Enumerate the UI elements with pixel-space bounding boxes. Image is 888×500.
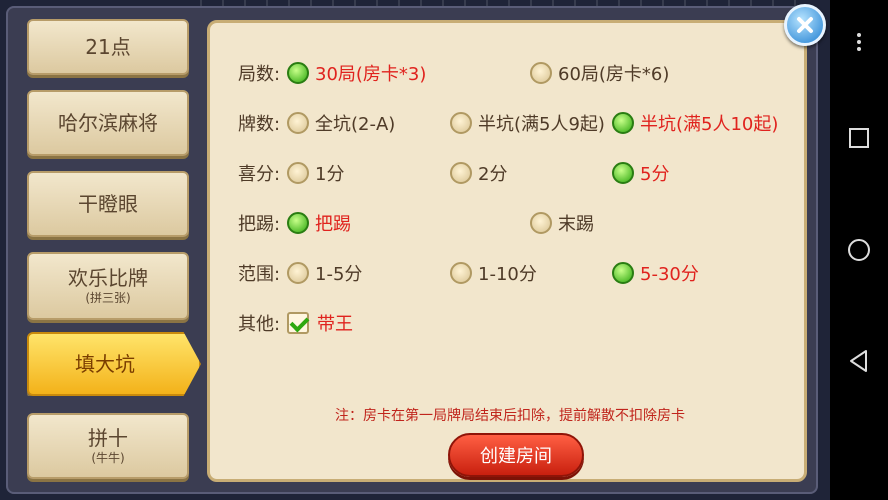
- tab-tian-da-keng[interactable]: 填大坑: [27, 332, 201, 396]
- radio-selected-icon: [612, 112, 634, 134]
- radio-icon: [287, 112, 309, 134]
- bonus-option-1[interactable]: 1分: [287, 160, 344, 186]
- range-option-1-10[interactable]: 1-10分: [450, 260, 537, 286]
- kick-option-ba[interactable]: 把踢: [287, 210, 351, 236]
- tab-pin-shi[interactable]: 拼十 (牛牛): [27, 413, 189, 479]
- option-text: 半坑(满5人10起): [640, 114, 779, 135]
- tab-sublabel: (拼三张): [85, 291, 131, 305]
- tab-gandengyan[interactable]: 干瞪眼: [27, 171, 189, 237]
- tab-huanle-bipai[interactable]: 欢乐比牌 (拼三张): [27, 252, 189, 320]
- tab-harbin-mahjong[interactable]: 哈尔滨麻将: [27, 90, 189, 156]
- tab-label: 哈尔滨麻将: [58, 111, 158, 135]
- room-card-note: 注：房卡在第一局牌局结束后扣除，提前解散不扣除房卡: [335, 408, 685, 424]
- radio-selected-icon: [612, 262, 634, 284]
- option-text: 1-5分: [315, 264, 363, 285]
- more-vert-icon[interactable]: [830, 32, 888, 52]
- cards-label: 牌数:: [238, 114, 281, 135]
- settings-panel: 局数: 30局(房卡*3) 60局(房卡*6) 牌数: 全坑(2-A) 半坑(满…: [207, 20, 807, 482]
- close-button[interactable]: [784, 4, 826, 46]
- option-text: 末踢: [558, 214, 594, 235]
- option-text: 把踢: [315, 214, 351, 235]
- tab-label: 填大坑: [75, 352, 135, 376]
- option-text: 全坑(2-A): [315, 114, 396, 135]
- rounds-option-30[interactable]: 30局(房卡*3): [287, 60, 426, 86]
- square-icon[interactable]: [830, 127, 888, 149]
- range-option-5-30[interactable]: 5-30分: [612, 260, 699, 286]
- tab-label: 干瞪眼: [78, 192, 138, 216]
- tab-sublabel: (牛牛): [91, 451, 125, 465]
- radio-selected-icon: [287, 212, 309, 234]
- other-label: 其他:: [238, 314, 281, 335]
- bonus-option-2[interactable]: 2分: [450, 160, 507, 186]
- cards-option-half-10[interactable]: 半坑(满5人10起): [612, 110, 778, 136]
- radio-icon: [287, 162, 309, 184]
- radio-icon: [530, 62, 552, 84]
- tab-label: 21点: [85, 35, 131, 59]
- cards-option-full[interactable]: 全坑(2-A): [287, 110, 395, 136]
- range-option-1-5[interactable]: 1-5分: [287, 260, 362, 286]
- circle-icon[interactable]: [830, 238, 888, 262]
- radio-icon: [530, 212, 552, 234]
- tab-label: 欢乐比牌: [68, 266, 148, 290]
- bonus-option-5[interactable]: 5分: [612, 160, 669, 186]
- cards-option-half-9[interactable]: 半坑(满5人9起): [450, 110, 605, 136]
- kick-label: 把踢:: [238, 214, 281, 235]
- option-text: 5-30分: [640, 264, 699, 285]
- tab-label: 拼十: [88, 426, 128, 450]
- option-text: 带王: [317, 314, 353, 335]
- radio-selected-icon: [612, 162, 634, 184]
- close-icon: [797, 17, 813, 33]
- bonus-label: 喜分:: [238, 164, 281, 185]
- option-text: 半坑(满5人9起): [478, 114, 605, 135]
- rounds-option-60[interactable]: 60局(房卡*6): [530, 60, 669, 86]
- radio-selected-icon: [287, 62, 309, 84]
- other-option-with-joker[interactable]: 带王: [287, 310, 353, 336]
- range-label: 范围:: [238, 264, 281, 285]
- kick-option-mo[interactable]: 末踢: [530, 210, 594, 236]
- radio-icon: [450, 112, 472, 134]
- option-text: 2分: [478, 164, 508, 185]
- checkbox-checked-icon: [287, 312, 309, 334]
- option-text: 60局(房卡*6): [558, 64, 670, 85]
- triangle-back-icon[interactable]: [830, 349, 888, 373]
- create-room-button[interactable]: 创建房间: [448, 433, 584, 477]
- game-background: 21点 哈尔滨麻将 干瞪眼 欢乐比牌 (拼三张) 填大坑 拼十 (牛牛) 局数:…: [0, 0, 830, 500]
- rounds-label: 局数:: [238, 64, 281, 85]
- option-text: 5分: [640, 164, 670, 185]
- system-nav-bar: [830, 0, 888, 500]
- option-text: 1分: [315, 164, 345, 185]
- tab-21-points[interactable]: 21点: [27, 19, 189, 75]
- radio-icon: [450, 262, 472, 284]
- radio-icon: [450, 162, 472, 184]
- radio-icon: [287, 262, 309, 284]
- option-text: 30局(房卡*3): [315, 64, 427, 85]
- option-text: 1-10分: [478, 264, 537, 285]
